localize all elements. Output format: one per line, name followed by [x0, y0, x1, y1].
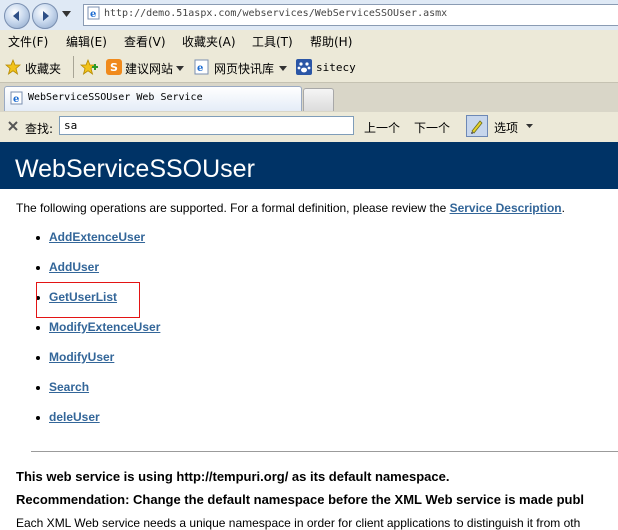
paw-icon: [296, 59, 312, 75]
favorites-button[interactable]: 收藏夹: [25, 60, 61, 77]
svg-text:e: e: [197, 63, 203, 74]
suggested-sites-chevron-icon[interactable]: [176, 66, 184, 71]
separator: [73, 56, 74, 78]
menu-view[interactable]: 查看(V): [124, 33, 166, 50]
operation-link-deleuser[interactable]: deleUser: [49, 410, 100, 424]
bullet: [36, 415, 40, 420]
web-slice-icon: e: [194, 59, 209, 75]
operation-link-addextenceuser[interactable]: AddExtenceUser: [49, 230, 145, 244]
bullet: [36, 385, 40, 390]
find-options-chevron-icon[interactable]: [526, 124, 533, 128]
operation-link-modifyuser[interactable]: ModifyUser: [49, 350, 114, 364]
forward-button[interactable]: [32, 3, 58, 29]
forward-arrow-icon: [43, 11, 49, 21]
add-to-favorites-icon[interactable]: [80, 59, 98, 75]
bullet: [36, 355, 40, 360]
find-label: 查找:: [25, 122, 54, 136]
namespace-notice: This web service is using http://tempuri…: [16, 469, 450, 484]
back-button[interactable]: [4, 3, 30, 29]
list-item: ModifyExtenceUser: [36, 320, 160, 334]
web-slice-gallery-button[interactable]: 网页快讯库: [214, 60, 274, 77]
menu-file[interactable]: 文件(F): [8, 33, 48, 50]
ie-page-icon: e: [87, 6, 100, 20]
sitecy-link[interactable]: sitecy: [316, 61, 356, 74]
find-next-button[interactable]: 下一个: [414, 119, 450, 136]
list-item: deleUser: [36, 410, 100, 424]
bullet: [36, 235, 40, 240]
address-url-text[interactable]: http://demo.51aspx.com/webservices/WebSe…: [104, 8, 447, 19]
back-arrow-icon: [13, 11, 19, 21]
operation-link-search[interactable]: Search: [49, 380, 89, 394]
bullet: [36, 325, 40, 330]
list-item: Search: [36, 380, 89, 394]
suggested-sites-icon: S: [106, 59, 122, 75]
page-title: WebServiceSSOUser: [15, 155, 255, 183]
new-tab-button[interactable]: [303, 88, 334, 111]
intro-paragraph: The following operations are supported. …: [16, 201, 565, 215]
menu-help[interactable]: 帮助(H): [310, 33, 352, 50]
list-item: AddUser: [36, 260, 99, 274]
service-description-link[interactable]: Service Description: [450, 201, 562, 215]
svg-text:e: e: [13, 94, 19, 105]
svg-text:e: e: [90, 9, 96, 20]
list-item: ModifyUser: [36, 350, 114, 364]
divider: [31, 451, 618, 452]
tab-title: WebServiceSSOUser Web Service: [28, 92, 203, 103]
highlighter-pen-icon: [471, 120, 483, 134]
find-options-button[interactable]: 选项: [494, 119, 518, 136]
menu-tools[interactable]: 工具(T): [252, 33, 293, 50]
find-input[interactable]: [59, 116, 354, 135]
ie-tab-icon: e: [10, 91, 23, 105]
namespace-explanation-text: Each XML Web service needs a unique name…: [16, 516, 581, 530]
find-previous-button[interactable]: 上一个: [364, 119, 400, 136]
close-find-icon[interactable]: [8, 121, 18, 131]
web-slice-chevron-icon[interactable]: [279, 66, 287, 71]
menu-edit[interactable]: 编辑(E): [66, 33, 107, 50]
operation-link-modifyextenceuser[interactable]: ModifyExtenceUser: [49, 320, 160, 334]
menu-favorites[interactable]: 收藏夹(A): [182, 33, 236, 50]
list-item: AddExtenceUser: [36, 230, 145, 244]
bullet: [36, 265, 40, 270]
suggested-sites-button[interactable]: 建议网站: [125, 60, 173, 77]
annotation-highlight-box: [36, 282, 140, 318]
highlight-toggle-button[interactable]: [466, 115, 488, 137]
recommendation-heading: Recommendation: Change the default names…: [16, 492, 585, 507]
history-dropdown-icon[interactable]: [62, 11, 71, 17]
intro-text: The following operations are supported. …: [16, 201, 450, 215]
svg-text:S: S: [110, 61, 118, 74]
intro-end: .: [561, 201, 565, 215]
favorites-star-icon: [5, 59, 21, 75]
operation-link-adduser[interactable]: AddUser: [49, 260, 99, 274]
